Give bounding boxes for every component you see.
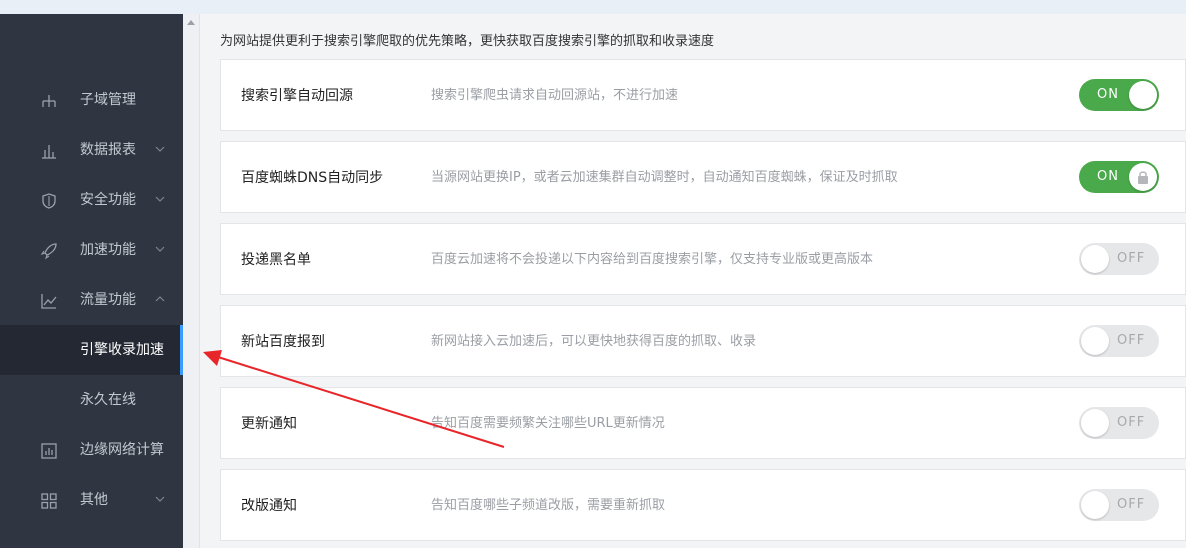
line-chart-icon — [41, 294, 57, 309]
sidebar-item-reports[interactable]: 数据报表 — [0, 125, 183, 175]
toggle-state-label: OFF — [1117, 415, 1146, 430]
sidebar-item-always-online[interactable]: 永久在线 — [0, 375, 183, 425]
toggle-knob — [1129, 81, 1157, 109]
shield-icon — [42, 193, 56, 209]
setting-card: 改版通知 告知百度哪些子频道改版，需要重新抓取 OFF — [220, 469, 1186, 541]
setting-description: 搜索引擎爬虫请求自动回源站，不进行加速 — [431, 88, 679, 103]
setting-card: 投递黑名单 百度云加速将不会投递以下内容给到百度搜索引擎，仅支持专业版或更高版本… — [220, 223, 1186, 295]
scroll-up-arrow-icon[interactable] — [187, 20, 195, 25]
sidebar-item-other[interactable]: 其他 — [0, 475, 183, 525]
setting-description: 新网站接入云加速后，可以更快地获得百度的抓取、收录 — [431, 334, 757, 349]
setting-title: 投递黑名单 — [241, 252, 311, 268]
sidebar-item-label: 引擎收录加速 — [80, 342, 164, 358]
toggle-switch[interactable]: ON — [1079, 79, 1159, 111]
chevron-down-icon — [155, 496, 165, 502]
toggle-state-label: OFF — [1117, 497, 1146, 512]
toggle-knob — [1081, 409, 1109, 437]
setting-title: 百度蜘蛛DNS自动同步 — [241, 170, 384, 186]
setting-card: 百度蜘蛛DNS自动同步 当源网站更换IP，或者云加速集群自动调整时，自动通知百度… — [220, 141, 1186, 213]
toggle-state-label: OFF — [1117, 251, 1146, 266]
edge-compute-icon — [41, 443, 57, 459]
sidebar-item-label: 子域管理 — [80, 92, 136, 108]
sidebar-item-security[interactable]: 安全功能 — [0, 175, 183, 225]
toggle-switch[interactable]: OFF — [1079, 243, 1159, 275]
chevron-down-icon — [155, 196, 165, 202]
toggle-switch[interactable]: OFF — [1079, 407, 1159, 439]
setting-description: 当源网站更换IP，或者云加速集群自动调整时，自动通知百度蜘蛛，保证及时抓取 — [431, 170, 898, 185]
toggle-knob — [1129, 163, 1157, 191]
top-strip — [0, 0, 1186, 14]
sidebar-item-label: 安全功能 — [80, 192, 136, 208]
toggle-switch[interactable]: OFF — [1079, 325, 1159, 357]
sidebar-item-acceleration[interactable]: 加速功能 — [0, 225, 183, 275]
setting-title: 新站百度报到 — [241, 334, 325, 350]
toggle-state-label: ON — [1097, 169, 1119, 184]
sidebar-item-traffic[interactable]: 流量功能 — [0, 275, 183, 325]
chevron-down-icon — [155, 146, 165, 152]
toggle-switch[interactable]: ON — [1079, 161, 1159, 193]
setting-description: 告知百度需要频繁关注哪些URL更新情况 — [431, 416, 665, 431]
page-intro: 为网站提供更利于搜索引擎爬取的优先策略，更快获取百度搜索引擎的抓取和收录速度 — [220, 34, 715, 49]
sitemap-icon — [42, 95, 56, 107]
sidebar-item-subdomain[interactable]: 子域管理 — [0, 75, 183, 125]
sidebar-item-label: 数据报表 — [80, 142, 136, 158]
setting-card: 搜索引擎自动回源 搜索引擎爬虫请求自动回源站，不进行加速 ON — [220, 59, 1186, 131]
setting-description: 告知百度哪些子频道改版，需要重新抓取 — [431, 498, 666, 513]
lock-icon — [1138, 171, 1148, 184]
scrollbar[interactable] — [183, 14, 200, 548]
toggle-knob — [1081, 327, 1109, 355]
setting-description: 百度云加速将不会投递以下内容给到百度搜索引擎，仅支持专业版或更高版本 — [431, 252, 874, 267]
sidebar-item-engine-indexing[interactable]: 引擎收录加速 — [0, 325, 183, 375]
toggle-knob — [1081, 245, 1109, 273]
chevron-down-icon — [155, 246, 165, 252]
main-content: 为网站提供更利于搜索引擎爬取的优先策略，更快获取百度搜索引擎的抓取和收录速度 搜… — [201, 14, 1186, 548]
setting-card: 更新通知 告知百度需要频繁关注哪些URL更新情况 OFF — [220, 387, 1186, 459]
sidebar-item-edge-compute[interactable]: 边缘网络计算 — [0, 425, 183, 475]
sidebar: 子域管理 数据报表 安全功能 加速功能 流量功能 引擎收录加速 永久在线 边缘网… — [0, 14, 183, 548]
sidebar-item-label: 其他 — [80, 492, 108, 508]
sidebar-item-label: 边缘网络计算 — [80, 442, 164, 458]
setting-card: 新站百度报到 新网站接入云加速后，可以更快地获得百度的抓取、收录 OFF — [220, 305, 1186, 377]
setting-title: 搜索引擎自动回源 — [241, 88, 353, 104]
chevron-up-icon — [155, 296, 165, 302]
rocket-icon — [40, 243, 57, 260]
setting-title: 改版通知 — [241, 498, 297, 514]
sidebar-item-label: 流量功能 — [80, 292, 136, 308]
toggle-state-label: ON — [1097, 87, 1119, 102]
sidebar-item-label: 加速功能 — [80, 242, 136, 258]
grid-icon — [41, 493, 57, 509]
toggle-knob — [1081, 491, 1109, 519]
setting-title: 更新通知 — [241, 416, 297, 432]
toggle-state-label: OFF — [1117, 333, 1146, 348]
toggle-switch[interactable]: OFF — [1079, 489, 1159, 521]
sidebar-item-label: 永久在线 — [80, 392, 136, 408]
bar-chart-icon — [42, 145, 56, 159]
